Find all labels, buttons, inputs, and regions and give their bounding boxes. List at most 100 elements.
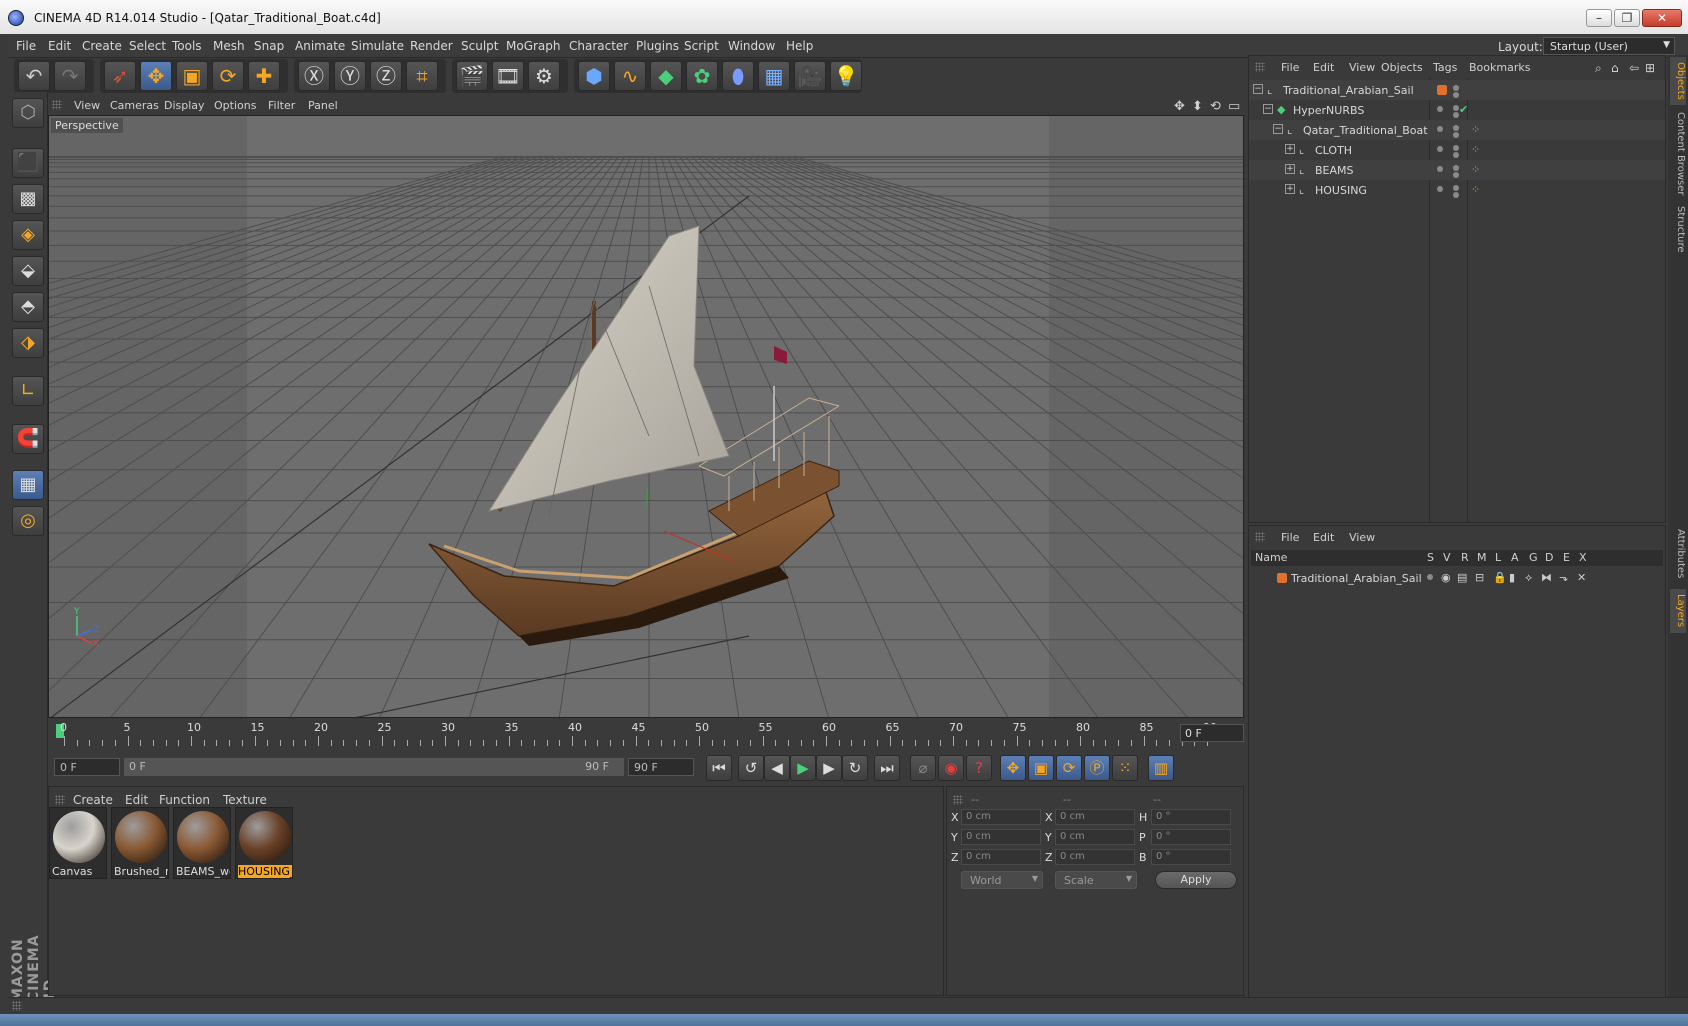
tab-attributes[interactable]: Attributes	[1670, 525, 1686, 583]
menu-mograph[interactable]: MoGraph	[506, 39, 561, 53]
objects-menu-file[interactable]: File	[1281, 61, 1299, 74]
column-render[interactable]: R	[1461, 551, 1469, 564]
camera-icon[interactable]: 🎥	[794, 61, 826, 91]
timeline-window-icon[interactable]: ▥	[1148, 755, 1174, 781]
x-axis-icon[interactable]: Ⓧ	[298, 61, 330, 91]
expand-icon[interactable]: +	[1285, 164, 1295, 174]
tab-layers[interactable]: Layers	[1670, 589, 1686, 633]
menu-tools[interactable]: Tools	[172, 39, 202, 53]
pos-x-field[interactable]: 0 cm	[961, 809, 1041, 825]
edges-mode-icon[interactable]: ⬘	[12, 292, 44, 322]
panel-grip-icon[interactable]	[1255, 532, 1265, 542]
panel-grip-icon[interactable]	[52, 100, 62, 110]
column-animation[interactable]: A	[1511, 551, 1519, 564]
column-deformers[interactable]: D	[1545, 551, 1553, 564]
rot-b-field[interactable]: 0 °	[1151, 849, 1231, 865]
viewport-menu-view[interactable]: View	[74, 99, 100, 112]
collapse-icon[interactable]: −	[1263, 104, 1273, 114]
nurbs-icon[interactable]: ◆	[650, 61, 682, 91]
material-tag-icon[interactable]: ⁘	[1471, 143, 1480, 156]
rotate-icon[interactable]: ⟳	[212, 61, 244, 91]
animation-icon[interactable]: ▮	[1509, 571, 1515, 584]
material-swatch[interactable]: BEAMS_wo	[173, 807, 231, 879]
column-generators[interactable]: G	[1529, 551, 1538, 564]
selection-arrow-icon[interactable]: ➶	[104, 61, 136, 91]
menu-file[interactable]: File	[16, 39, 36, 53]
orbit-view-icon[interactable]: ⟲	[1210, 99, 1221, 114]
rot-p-field[interactable]: 0 °	[1151, 829, 1231, 845]
tab-content-browser[interactable]: Content Browser	[1670, 111, 1686, 197]
layer-color-icon[interactable]	[1437, 85, 1447, 95]
up-icon[interactable]: ⇦	[1629, 61, 1639, 75]
menu-sculpt[interactable]: Sculpt	[461, 39, 498, 53]
menu-script[interactable]: Script	[684, 39, 719, 53]
objects-menu-objects[interactable]: Objects	[1381, 61, 1423, 74]
menu-select[interactable]: Select	[129, 39, 166, 53]
lock-icon[interactable]: 🔒	[1493, 571, 1507, 584]
scale-icon[interactable]: ▣	[176, 61, 208, 91]
polygons-mode-icon[interactable]: ⬗	[12, 328, 44, 358]
column-manager[interactable]: M	[1477, 551, 1487, 564]
tab-objects[interactable]: Objects	[1670, 57, 1686, 105]
eye-icon[interactable]: ◉	[1441, 571, 1451, 584]
menu-snap[interactable]: Snap	[254, 39, 284, 53]
menu-simulate[interactable]: Simulate	[351, 39, 404, 53]
viewport-menu-cameras[interactable]: Cameras	[110, 99, 159, 112]
rot-h-field[interactable]: 0 °	[1151, 809, 1231, 825]
edit-render-settings-icon[interactable]: ⚙	[528, 61, 560, 91]
planar-workplane-icon[interactable]: ◎	[12, 506, 44, 536]
minimize-button[interactable]: –	[1586, 9, 1612, 27]
generator-icon[interactable]: ⟡	[1525, 571, 1532, 585]
material-tag-icon[interactable]: ⁘	[1471, 123, 1480, 136]
xref-icon[interactable]: ✕	[1577, 571, 1586, 584]
menu-edit[interactable]: Edit	[48, 39, 71, 53]
deformer-icon[interactable]: ⧓	[1541, 571, 1552, 584]
object-row[interactable]: + ⌞ BEAMS ⁘	[1249, 160, 1665, 180]
model-mode-icon[interactable]: ⬛	[12, 148, 44, 178]
expand-icon[interactable]: +	[1285, 144, 1295, 154]
go-to-start-icon[interactable]: ⏮	[706, 755, 732, 781]
viewport-menu-filter[interactable]: Filter	[268, 99, 295, 112]
pos-y-field[interactable]: 0 cm	[961, 829, 1041, 845]
viewport-menu-display[interactable]: Display	[164, 99, 205, 112]
manager-icon[interactable]: ⊟	[1475, 571, 1484, 584]
perspective-viewport[interactable]: Y X Z Perspective	[48, 115, 1244, 718]
current-frame-field[interactable]: 0 F	[1180, 724, 1244, 742]
collapse-icon[interactable]: −	[1273, 124, 1283, 134]
previous-frame-icon[interactable]: ◀	[764, 755, 790, 781]
z-axis-icon[interactable]: Ⓩ	[370, 61, 402, 91]
render-view-icon[interactable]: 🎬	[456, 61, 488, 91]
pan-view-icon[interactable]: ✥	[1174, 99, 1185, 114]
object-row[interactable]: − ⌞ Qatar_Traditional_Boat ⁘	[1249, 120, 1665, 140]
layers-menu-view[interactable]: View	[1349, 531, 1375, 544]
snap-magnet-icon[interactable]: 🧲	[12, 424, 44, 454]
dolly-view-icon[interactable]: ⬍	[1192, 99, 1203, 114]
column-xref[interactable]: X	[1579, 551, 1587, 564]
material-tag-icon[interactable]: ⁘	[1471, 163, 1480, 176]
next-frame-icon[interactable]: ▶	[816, 755, 842, 781]
key-point-level-icon[interactable]: ⁙	[1112, 755, 1138, 781]
material-swatch[interactable]: Brushed_m	[111, 807, 169, 879]
layer-row[interactable]: Traditional_Arabian_Sail ◉ ▤ ⊟ 🔒 ▮ ⟡ ⧓ ⬎…	[1249, 568, 1665, 588]
panel-grip-icon[interactable]	[12, 1001, 22, 1011]
menu-render[interactable]: Render	[410, 39, 453, 53]
restore-button[interactable]: ❐	[1614, 9, 1640, 27]
menu-help[interactable]: Help	[786, 39, 813, 53]
column-expressions[interactable]: E	[1563, 551, 1570, 564]
cube-primitive-icon[interactable]: ⬢	[578, 61, 610, 91]
workplane-icon[interactable]: ◈	[12, 220, 44, 250]
layers-menu-edit[interactable]: Edit	[1313, 531, 1334, 544]
expand-icon[interactable]: +	[1285, 184, 1295, 194]
timeline-ruler[interactable]: 051015202530354045505560657075808590	[48, 720, 1244, 750]
menu-animate[interactable]: Animate	[295, 39, 345, 53]
spline-icon[interactable]: ∿	[614, 61, 646, 91]
menu-create[interactable]: Create	[82, 39, 122, 53]
layer-color-icon[interactable]	[1277, 573, 1287, 583]
menu-plugins[interactable]: Plugins	[636, 39, 679, 53]
points-mode-icon[interactable]: ⬙	[12, 256, 44, 286]
toggle-view-icon[interactable]: ▭	[1228, 99, 1240, 114]
panel-grip-icon[interactable]	[1255, 62, 1265, 72]
close-button[interactable]: ✕	[1642, 9, 1682, 27]
scene-view[interactable]: Y X Z	[49, 116, 1244, 718]
home-icon[interactable]: ⌂	[1611, 61, 1619, 75]
